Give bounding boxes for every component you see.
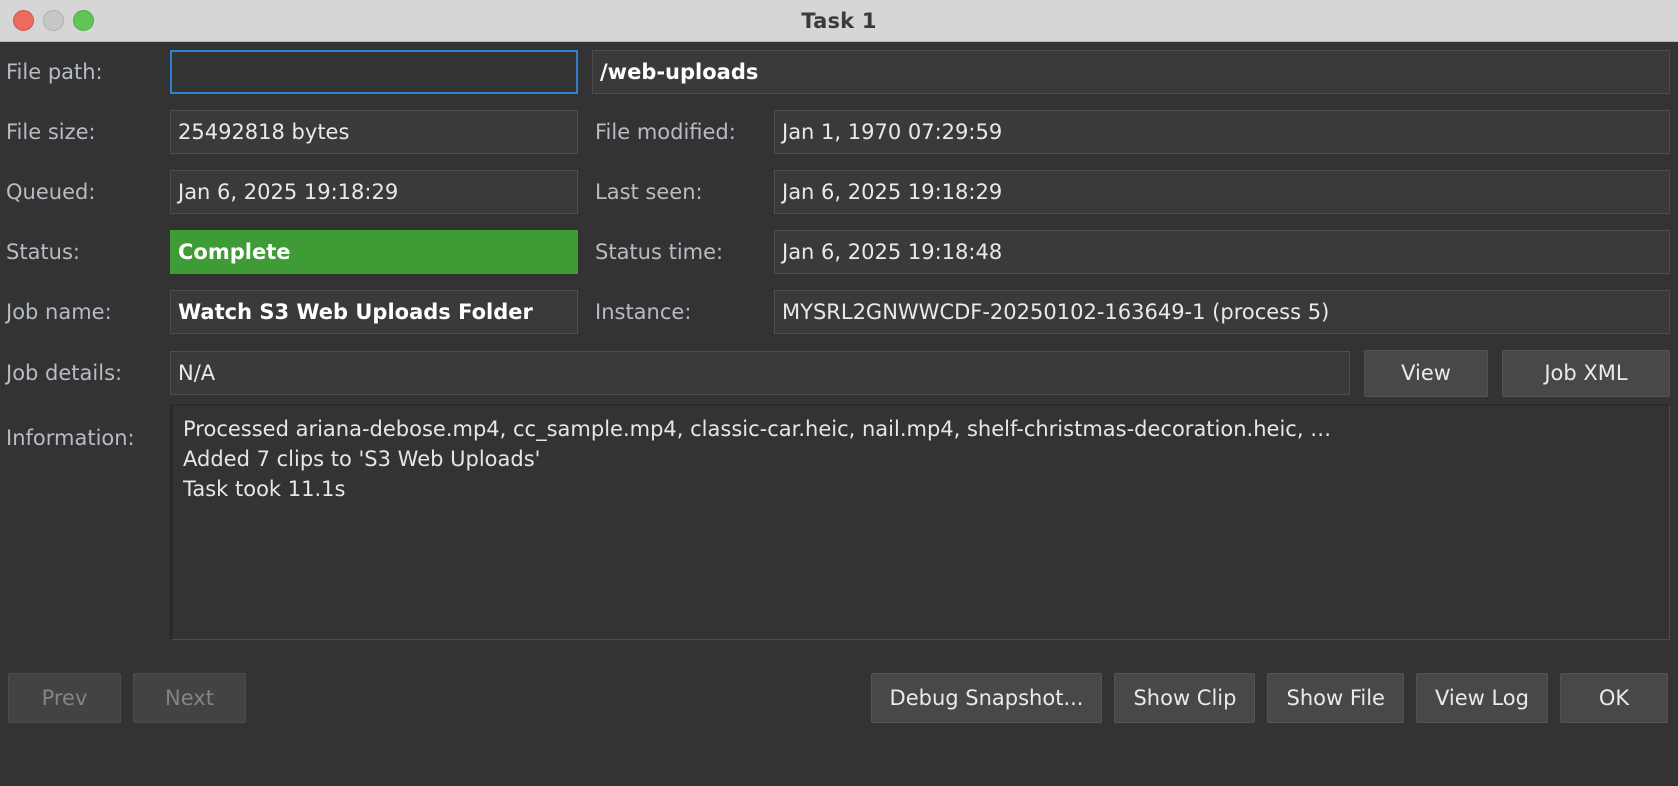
- task-detail-window: Task 1 File path: /web-uploads File size…: [0, 0, 1678, 786]
- information-line: Added 7 clips to 'S3 Web Uploads': [183, 447, 541, 471]
- file-path-label: File path:: [6, 60, 103, 84]
- job-name-value[interactable]: Watch S3 Web Uploads Folder: [170, 290, 578, 334]
- row-queued: Queued: Jan 6, 2025 19:18:29 Last seen: …: [0, 162, 1678, 222]
- file-modified-value[interactable]: Jan 1, 1970 07:29:59: [774, 110, 1670, 154]
- next-button[interactable]: Next: [133, 673, 246, 723]
- information-line: Processed ariana-debose.mp4, cc_sample.m…: [183, 417, 1332, 441]
- last-seen-label: Last seen:: [595, 180, 703, 204]
- window-controls: [0, 10, 94, 31]
- row-job-details: Job details: N/A View Job XML: [0, 342, 1678, 404]
- job-details-value[interactable]: N/A: [170, 351, 1350, 395]
- file-path-input[interactable]: [170, 50, 578, 94]
- instance-value[interactable]: MYSRL2GNWWCDF-20250102-163649-1 (process…: [774, 290, 1670, 334]
- row-status: Status: Complete Status time: Jan 6, 202…: [0, 222, 1678, 282]
- information-textarea[interactable]: Processed ariana-debose.mp4, cc_sample.m…: [170, 404, 1670, 640]
- job-details-label: Job details:: [6, 361, 123, 385]
- instance-label: Instance:: [595, 300, 692, 324]
- file-name-input[interactable]: /web-uploads: [592, 50, 1670, 94]
- file-modified-label: File modified:: [595, 120, 736, 144]
- queued-value[interactable]: Jan 6, 2025 19:18:29: [170, 170, 578, 214]
- status-label: Status:: [6, 240, 80, 264]
- view-button[interactable]: View: [1364, 349, 1488, 397]
- footer-button-bar: Prev Next Debug Snapshot... Show Clip Sh…: [0, 652, 1678, 744]
- last-seen-value[interactable]: Jan 6, 2025 19:18:29: [774, 170, 1670, 214]
- show-clip-button[interactable]: Show Clip: [1114, 673, 1256, 723]
- information-label: Information:: [6, 426, 135, 450]
- job-name-label: Job name:: [6, 300, 112, 324]
- show-file-button[interactable]: Show File: [1267, 673, 1404, 723]
- close-button[interactable]: [13, 10, 34, 31]
- view-log-button[interactable]: View Log: [1415, 673, 1548, 723]
- minimize-button[interactable]: [43, 10, 64, 31]
- debug-snapshot-button[interactable]: Debug Snapshot...: [870, 673, 1103, 723]
- row-information: Information: Processed ariana-debose.mp4…: [0, 404, 1678, 652]
- prev-button[interactable]: Prev: [8, 673, 121, 723]
- ok-button[interactable]: OK: [1560, 673, 1668, 723]
- row-file-size: File size: 25492818 bytes File modified:…: [0, 102, 1678, 162]
- job-xml-button[interactable]: Job XML: [1502, 349, 1670, 397]
- title-bar: Task 1: [0, 0, 1678, 42]
- status-time-value[interactable]: Jan 6, 2025 19:18:48: [774, 230, 1670, 274]
- window-title: Task 1: [801, 8, 877, 33]
- information-line: Task took 11.1s: [183, 477, 346, 501]
- window-content: File path: /web-uploads File size: 25492…: [0, 42, 1678, 786]
- queued-label: Queued:: [6, 180, 96, 204]
- row-file-path: File path: /web-uploads: [0, 42, 1678, 102]
- row-job-name: Job name: Watch S3 Web Uploads Folder In…: [0, 282, 1678, 342]
- maximize-button[interactable]: [73, 10, 94, 31]
- file-size-value[interactable]: 25492818 bytes: [170, 110, 578, 154]
- status-badge: Complete: [170, 230, 578, 274]
- file-size-label: File size:: [6, 120, 96, 144]
- status-time-label: Status time:: [595, 240, 724, 264]
